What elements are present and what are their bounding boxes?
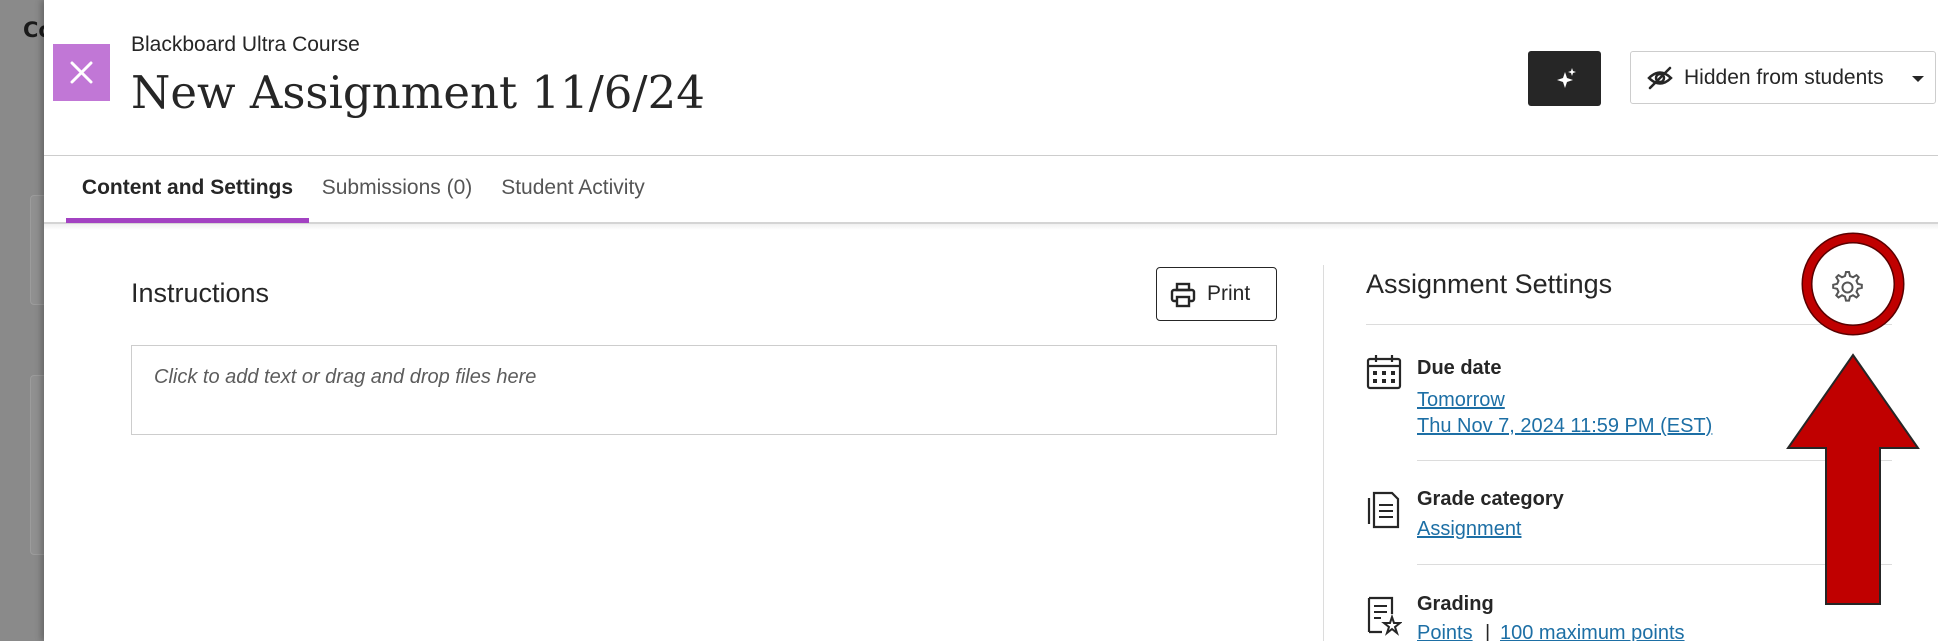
- eye-slash-icon: [1647, 66, 1673, 90]
- background-card: [30, 375, 44, 555]
- setting-divider: [1417, 564, 1892, 565]
- tab-content-and-settings[interactable]: Content and Settings: [66, 156, 309, 222]
- course-name: Blackboard Ultra Course: [131, 33, 360, 56]
- setting-divider: [1417, 460, 1892, 461]
- gear-icon: [1832, 271, 1863, 302]
- chevron-down-icon: [1912, 76, 1924, 82]
- visibility-dropdown[interactable]: Hidden from students: [1630, 51, 1936, 104]
- tab-student-activity[interactable]: Student Activity: [484, 156, 662, 222]
- background-course-page: Co: [0, 0, 44, 641]
- due-date-label: Due date: [1417, 357, 1502, 379]
- instructions-editor[interactable]: Click to add text or drag and drop files…: [131, 345, 1277, 435]
- grade-category-link[interactable]: Assignment: [1417, 518, 1522, 541]
- grading-label: Grading: [1417, 593, 1494, 615]
- assignment-settings-heading: Assignment Settings: [1366, 269, 1613, 299]
- settings-divider: [1366, 324, 1892, 325]
- tabs-shadow: [44, 224, 1938, 230]
- printer-icon: [1170, 282, 1196, 308]
- grade-category-label: Grade category: [1417, 488, 1564, 510]
- column-divider: [1323, 265, 1324, 641]
- grading-scheme-link[interactable]: Points: [1417, 622, 1473, 641]
- grading-separator: |: [1485, 622, 1491, 641]
- max-points-link[interactable]: 100 maximum points: [1500, 622, 1685, 641]
- page-title[interactable]: New Assignment 11/6/24: [131, 66, 705, 119]
- rubric-icon: [1367, 596, 1402, 636]
- close-icon: [70, 61, 93, 84]
- calendar-icon: [1366, 355, 1402, 390]
- active-tab-indicator: [66, 218, 309, 223]
- ai-design-assistant-button[interactable]: [1528, 51, 1601, 106]
- editor-placeholder: Click to add text or drag and drop files…: [154, 366, 537, 388]
- instructions-heading: Instructions: [131, 278, 270, 308]
- tab-submissions[interactable]: Submissions (0): [320, 156, 474, 222]
- settings-gear-button[interactable]: [1826, 266, 1866, 306]
- sparkle-icon: [1557, 68, 1576, 88]
- due-date-link[interactable]: Thu Nov 7, 2024 11:59 PM (EST): [1417, 415, 1712, 438]
- document-icon: [1367, 491, 1400, 529]
- visibility-label: Hidden from students: [1684, 66, 1884, 89]
- due-date-relative-link[interactable]: Tomorrow: [1417, 389, 1505, 412]
- background-card: [30, 195, 44, 305]
- background-heading: Co: [23, 18, 44, 42]
- assignment-panel: Blackboard Ultra Course New Assignment 1…: [44, 0, 1938, 641]
- print-label: Print: [1207, 282, 1251, 305]
- close-panel-button[interactable]: [53, 44, 110, 101]
- print-button[interactable]: Print: [1156, 267, 1277, 321]
